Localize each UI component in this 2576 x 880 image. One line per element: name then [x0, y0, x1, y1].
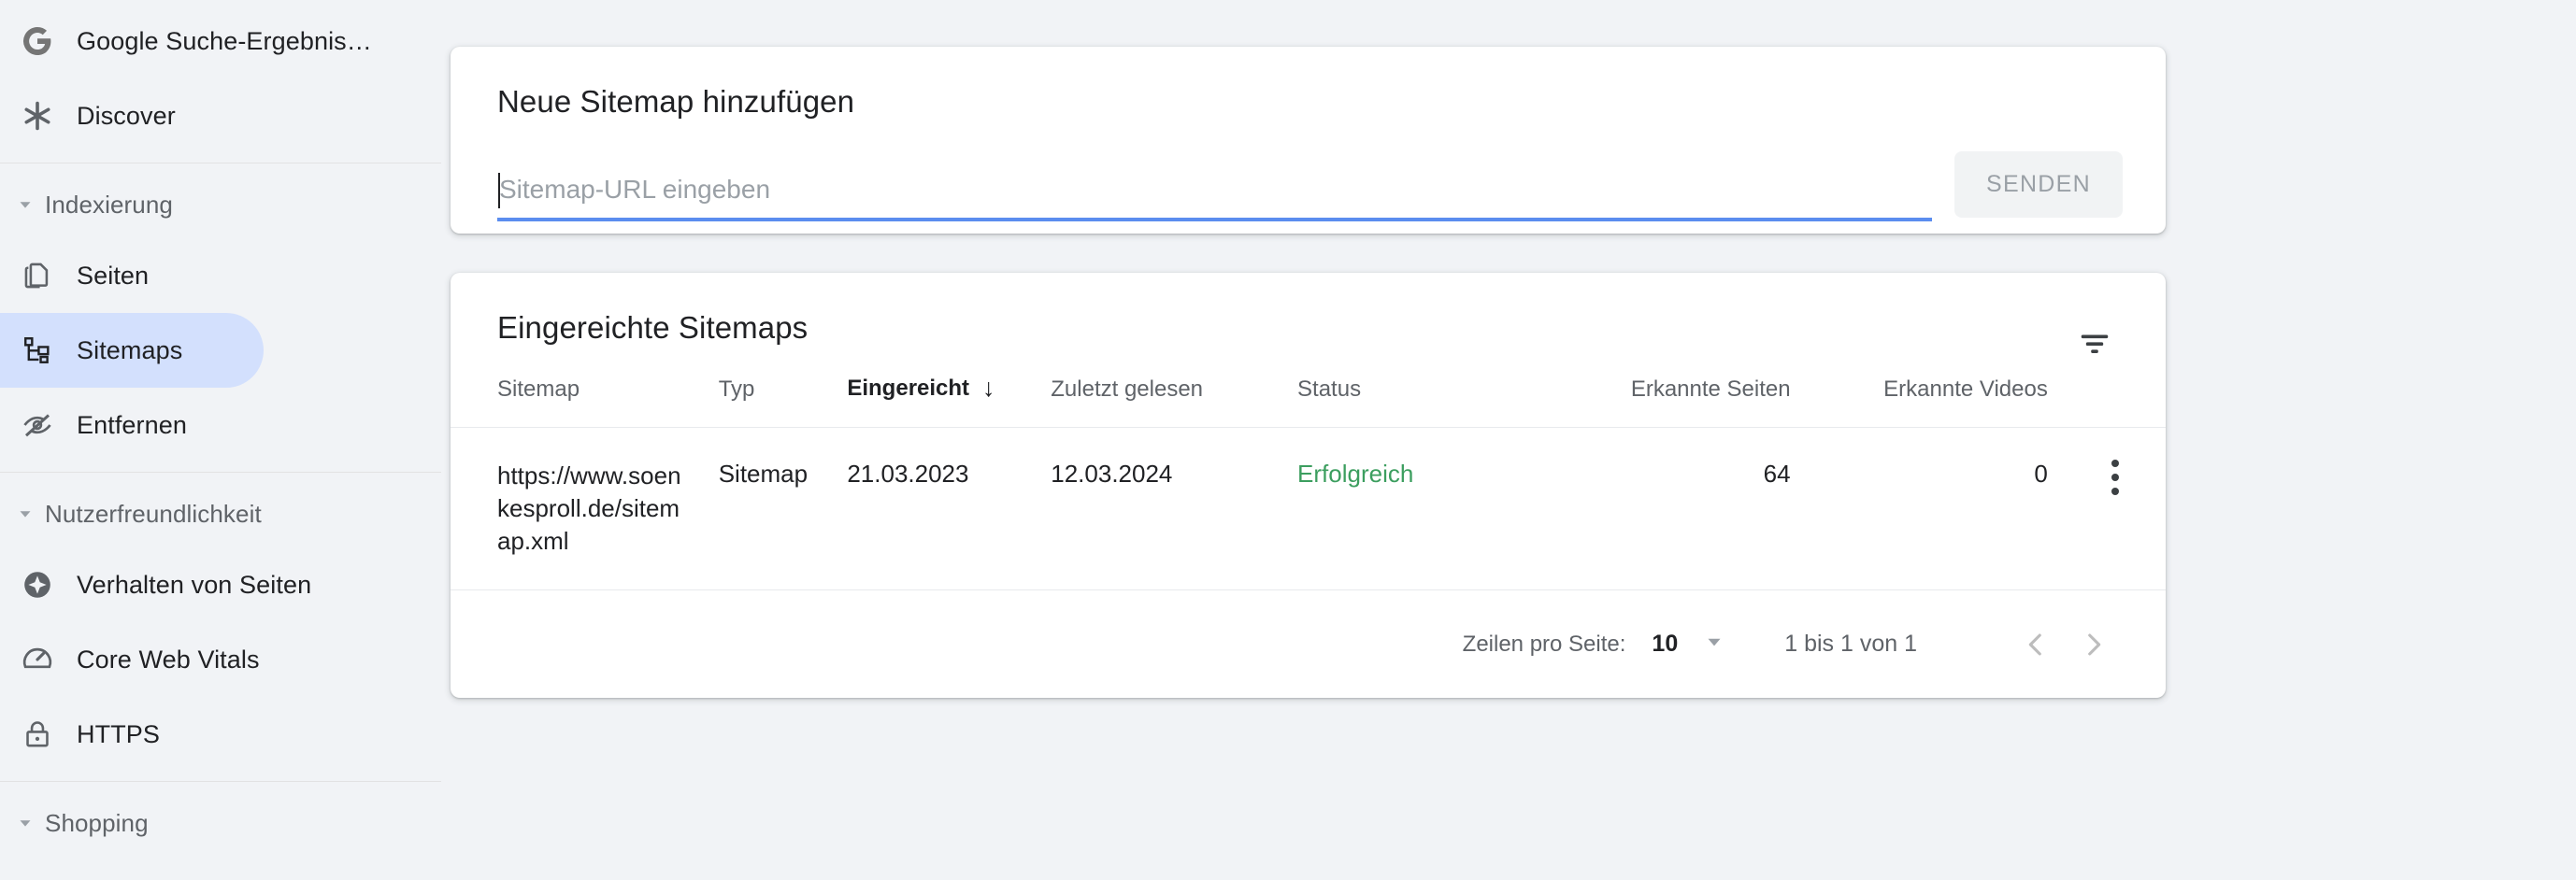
sidebar-item-verhalten-von-seiten[interactable]: Verhalten von Seiten — [0, 547, 441, 622]
pages-icon — [17, 255, 58, 296]
column-header-status[interactable]: Status — [1297, 374, 1544, 428]
sidebar-item-seiten[interactable]: Seiten — [0, 238, 441, 313]
sitemaps-table-head: Sitemap Typ Eingereicht ↓ Zuletzt gelese… — [451, 374, 2166, 428]
rows-per-page-select[interactable]: 10 — [1652, 630, 1726, 659]
sidebar-section-label: Indexierung — [45, 190, 173, 219]
sidebar-item-sitemaps[interactable]: Sitemaps — [0, 313, 264, 388]
table-row[interactable]: https://www.soenkesproll.de/sitemap.xml … — [451, 427, 2166, 590]
sitemap-url-input[interactable] — [497, 175, 1932, 221]
sidebar-section-nutzerfreundlichkeit[interactable]: Nutzerfreundlichkeit — [0, 480, 441, 547]
sidebar-item-label: Verhalten von Seiten — [77, 570, 312, 599]
sidebar-item-label: Sitemaps — [77, 335, 183, 364]
sidebar-item-discover[interactable]: Discover — [0, 78, 441, 153]
google-g-icon — [17, 21, 58, 62]
column-header-sitemap[interactable]: Sitemap — [451, 374, 719, 428]
column-header-erkannte-videos[interactable]: Erkannte Videos — [1791, 374, 2048, 428]
rows-per-page-value: 10 — [1652, 631, 1679, 658]
submitted-sitemaps-header: Eingereichte Sitemaps — [451, 273, 2166, 374]
chevron-down-icon — [9, 807, 41, 839]
sidebar-section-label: Shopping — [45, 808, 149, 837]
chevron-left-icon[interactable] — [2007, 616, 2065, 674]
column-label: Sitemap — [497, 376, 580, 402]
sidebar-item-core-web-vitals[interactable]: Core Web Vitals — [0, 622, 441, 697]
sidebar-divider-3 — [0, 781, 441, 782]
sidebar-section-label: Nutzerfreundlichkeit — [45, 499, 262, 528]
sitemaps-table: Sitemap Typ Eingereicht ↓ Zuletzt gelese… — [451, 374, 2166, 590]
sidebar-item-label: HTTPS — [77, 719, 161, 748]
rows-per-page-label: Zeilen pro Seite: — [1462, 631, 1626, 657]
cell-actions — [2047, 427, 2166, 590]
sidebar-item-label: Entfernen — [77, 410, 187, 439]
filter-icon[interactable] — [2065, 314, 2125, 374]
sidebar-item-label: Seiten — [77, 261, 150, 290]
sidebar-item-label: Core Web Vitals — [77, 645, 260, 674]
add-sitemap-row: SENDEN — [451, 120, 2166, 221]
asterisk-icon — [17, 95, 58, 136]
sitemaps-table-body: https://www.soenkesproll.de/sitemap.xml … — [451, 427, 2166, 590]
submitted-sitemaps-card: Eingereichte Sitemaps Sitemap Typ Einger… — [451, 273, 2166, 699]
chevron-down-icon — [9, 189, 41, 220]
column-label: Erkannte Seiten — [1630, 376, 1791, 402]
sidebar-item-entfernen[interactable]: Entfernen — [0, 388, 441, 462]
text-caret — [498, 173, 500, 208]
column-label: Eingereicht — [847, 375, 970, 401]
column-label: Erkannte Videos — [1883, 376, 2048, 402]
chevron-down-icon — [1702, 630, 1726, 659]
sidebar-item-label: Discover — [77, 101, 176, 130]
column-label: Zuletzt gelesen — [1051, 376, 1204, 402]
sitemap-url-field — [497, 173, 1954, 221]
column-label: Status — [1297, 376, 1362, 402]
cell-erkannte-videos: 0 — [1790, 427, 2048, 590]
sidebar: Google Suche-Ergebnis… Discover Indexier… — [0, 0, 441, 880]
pagination-range-label: 1 bis 1 von 1 — [1784, 631, 1917, 658]
sidebar-divider-2 — [0, 472, 441, 473]
app-root: Google Suche-Ergebnis… Discover Indexier… — [0, 0, 2576, 880]
sidebar-section-indexierung[interactable]: Indexierung — [0, 171, 441, 238]
add-sitemap-card: Neue Sitemap hinzufügen SENDEN — [451, 47, 2166, 234]
cell-eingereicht: 21.03.2023 — [847, 427, 1052, 590]
status-badge: Erfolgreich — [1297, 427, 1544, 590]
lock-icon — [17, 714, 58, 755]
chevron-down-icon — [9, 498, 41, 530]
kebab-menu-icon[interactable] — [2048, 460, 2166, 495]
eye-off-icon — [17, 405, 58, 446]
submitted-sitemaps-title: Eingereichte Sitemaps — [497, 310, 809, 345]
speedometer-icon — [17, 639, 58, 680]
cell-erkannte-seiten: 64 — [1543, 427, 1791, 590]
column-header-zuletzt-gelesen[interactable]: Zuletzt gelesen — [1051, 374, 1297, 428]
cell-sitemap-url[interactable]: https://www.soenkesproll.de/sitemap.xml — [451, 427, 719, 590]
sidebar-section-shopping[interactable]: Shopping — [0, 789, 441, 857]
add-sitemap-title: Neue Sitemap hinzufügen — [497, 84, 855, 119]
sidebar-item-https[interactable]: HTTPS — [0, 697, 441, 772]
pagination: Zeilen pro Seite: 10 1 bis 1 von 1 — [451, 589, 2166, 698]
submit-sitemap-button[interactable]: SENDEN — [1954, 151, 2123, 218]
table-header-row: Sitemap Typ Eingereicht ↓ Zuletzt gelese… — [451, 374, 2166, 428]
sidebar-item-google-suche-ergebnisse[interactable]: Google Suche-Ergebnis… — [0, 4, 441, 78]
sort-arrow-down-icon: ↓ — [982, 374, 995, 402]
page-experience-icon — [17, 564, 58, 605]
column-header-eingereicht[interactable]: Eingereicht ↓ — [847, 374, 1051, 428]
cell-zuletzt-gelesen: 12.03.2024 — [1051, 427, 1298, 590]
column-header-actions — [2048, 374, 2166, 428]
column-label: Typ — [718, 376, 755, 402]
column-header-typ[interactable]: Typ — [719, 374, 848, 428]
main-content: Neue Sitemap hinzufügen SENDEN Eingereic… — [441, 0, 2576, 880]
column-header-erkannte-seiten[interactable]: Erkannte Seiten — [1544, 374, 1791, 428]
sidebar-item-label: Google Suche-Ergebnis… — [77, 26, 372, 55]
cell-typ: Sitemap — [718, 427, 848, 590]
chevron-right-icon[interactable] — [2065, 616, 2123, 674]
sitemap-icon — [17, 330, 58, 371]
